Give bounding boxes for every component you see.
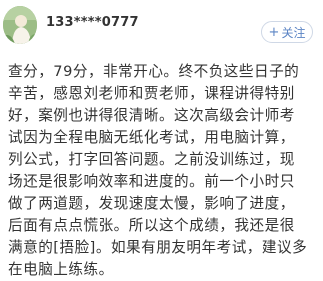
content-line: 满意的[捂脸]。如果有朋友明年考试，建议多	[8, 239, 308, 256]
post-content: 查分，79分，非常开心。终不负这些日子的 辛苦，感恩刘老师和贾老师，课程讲得特别…	[8, 61, 314, 281]
avatar-image	[3, 6, 37, 44]
follow-label: 关注	[281, 25, 306, 40]
content-line: 试因为全程电脑无纸化考试，用电脑计算，	[8, 129, 295, 146]
post-card: 133****0777 + 关注 查分，79分，非常开心。终不负这些日子的 辛苦…	[0, 0, 323, 278]
content-line: 场还是很影响效率和进度的。前一个小时只	[8, 173, 295, 190]
content-line: 好，案例也讲得很清晰。这次高级会计师考	[8, 107, 295, 124]
content-line: 辛苦，感恩刘老师和贾老师，课程讲得特别	[8, 85, 295, 102]
content-line: 列公式，打字回答问题。之前没训练过，现	[8, 151, 295, 168]
content-line: 查分，79分，非常开心。终不负这些日子的	[8, 63, 300, 80]
username[interactable]: 133****0777	[46, 15, 139, 30]
content-line: 后面有点点慌张。所以这个成绩，我还是很	[8, 217, 295, 234]
follow-button[interactable]: + 关注	[261, 21, 313, 43]
plus-icon: +	[268, 24, 280, 40]
content-line: 做了两道题，发现速度太慢，影响了进度，	[8, 195, 295, 212]
avatar[interactable]	[3, 6, 37, 44]
